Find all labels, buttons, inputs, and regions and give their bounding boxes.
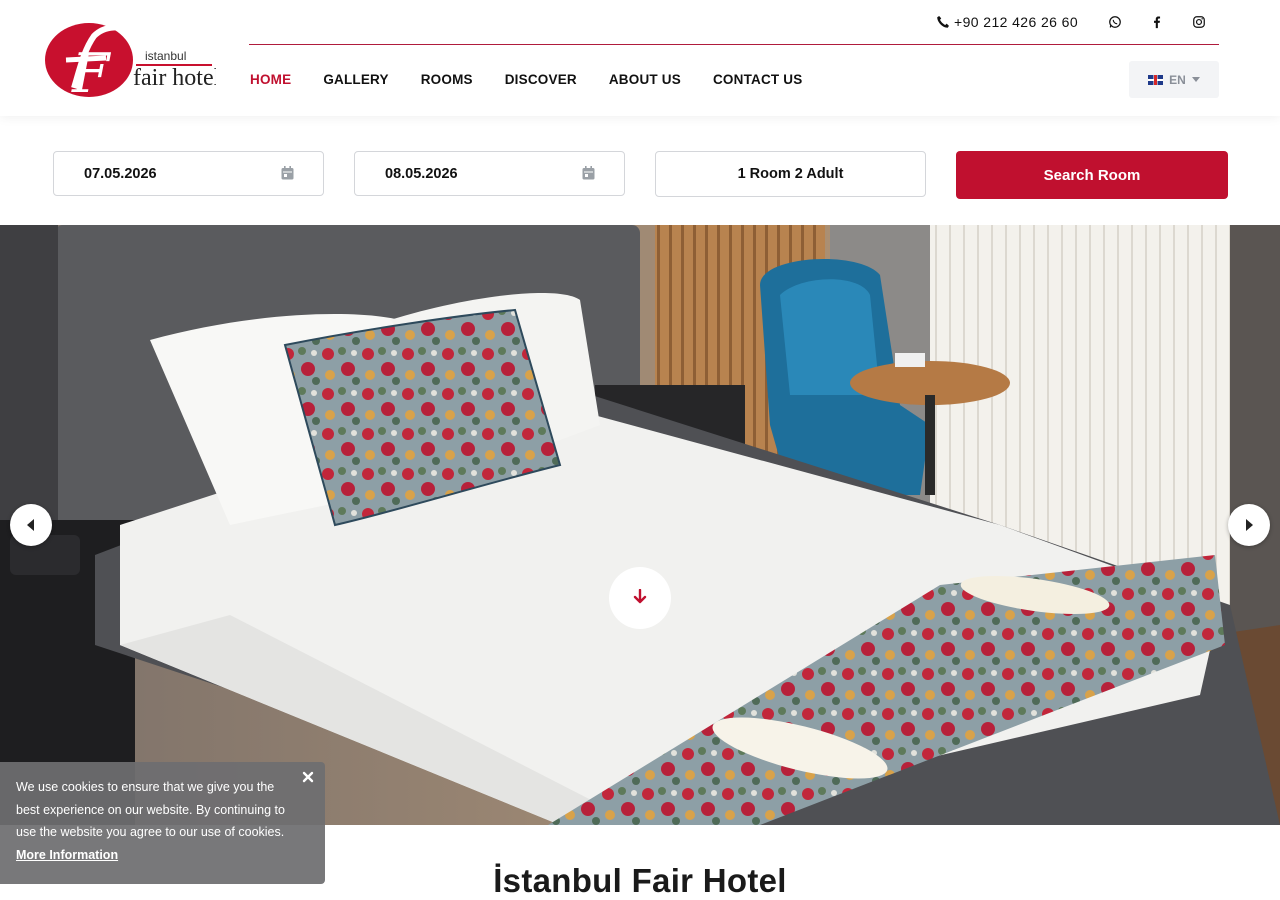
nav-gallery[interactable]: GALLERY (323, 70, 388, 90)
main-nav: HOME GALLERY ROOMS DISCOVER ABOUT US CON… (250, 70, 834, 90)
calendar-icon (281, 166, 294, 180)
instagram-link[interactable] (1178, 8, 1220, 36)
checkout-date-field[interactable]: 08.05.2026 (354, 151, 625, 196)
facebook-icon (1154, 16, 1161, 29)
whatsapp-icon (1109, 16, 1121, 28)
logo-city: istanbul (145, 49, 186, 63)
chevron-down-icon (1191, 77, 1200, 82)
cookie-text: We use cookies to ensure that we give yo… (16, 780, 285, 839)
guests-value: 1 Room 2 Adult (737, 166, 844, 182)
checkout-date-value: 08.05.2026 (385, 165, 458, 182)
site-header: F istanbul fair hotel +90 212 426 26 60 (0, 0, 1280, 116)
close-icon[interactable] (301, 770, 315, 784)
checkin-date-field[interactable]: 07.05.2026 (53, 151, 324, 196)
nav-discover[interactable]: DISCOVER (505, 70, 577, 90)
logo-mark: F istanbul fair hotel (45, 23, 221, 105)
more-information-link[interactable]: More Information (16, 848, 118, 862)
caret-left-icon (27, 519, 34, 531)
uk-flag-icon (1148, 74, 1164, 85)
scroll-down-button[interactable] (609, 567, 671, 629)
arrow-down-icon (633, 589, 647, 604)
logo-letter: F (71, 42, 112, 100)
nav-rooms[interactable]: ROOMS (421, 70, 473, 90)
booking-bar: 07.05.2026 08.05.2026 1 Room 2 Adult Sea… (0, 116, 1280, 225)
logo-name: fair hotel (133, 65, 216, 91)
nav-contact-us[interactable]: CONTACT US (713, 70, 803, 90)
nav-home[interactable]: HOME (250, 70, 291, 90)
cookie-message: We use cookies to ensure that we give yo… (16, 776, 301, 866)
phone-link[interactable]: +90 212 426 26 60 (936, 14, 1078, 30)
cookie-banner: We use cookies to ensure that we give yo… (0, 762, 325, 884)
facebook-link[interactable] (1136, 8, 1178, 36)
slider-next-button[interactable] (1228, 504, 1270, 546)
instagram-icon (1193, 16, 1205, 28)
hotel-logo[interactable]: F istanbul fair hotel (44, 20, 221, 105)
nav-about-us[interactable]: ABOUT US (609, 70, 681, 90)
caret-right-icon (1246, 519, 1253, 531)
header-contact: +90 212 426 26 60 (936, 8, 1220, 36)
checkin-date-value: 07.05.2026 (84, 165, 157, 182)
slider-prev-button[interactable] (10, 504, 52, 546)
calendar-icon (582, 166, 595, 180)
guests-selector[interactable]: 1 Room 2 Adult (655, 151, 926, 197)
hero-slider (0, 225, 1280, 825)
phone-number: +90 212 426 26 60 (954, 14, 1078, 30)
language-label: EN (1169, 72, 1186, 87)
whatsapp-link[interactable] (1094, 8, 1136, 36)
search-room-button[interactable]: Search Room (956, 151, 1228, 199)
language-selector[interactable]: EN (1129, 61, 1219, 98)
header-divider (249, 44, 1219, 45)
phone-icon (937, 16, 949, 28)
hero-image (0, 225, 1280, 825)
